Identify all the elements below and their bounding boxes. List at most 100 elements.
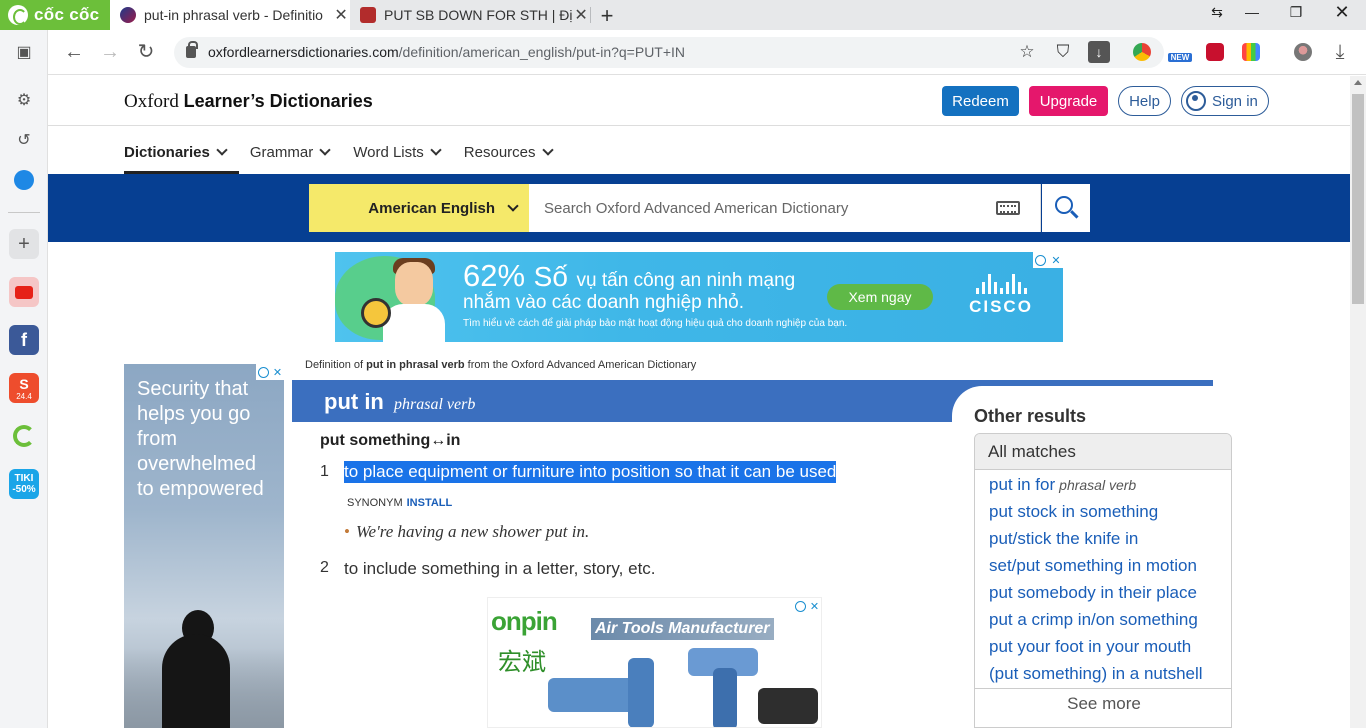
result-link[interactable]: put somebody in their place — [989, 582, 1217, 609]
downloads-icon[interactable]: ⤓ — [1328, 40, 1352, 64]
nav-resources[interactable]: Resources — [464, 142, 554, 162]
sense-number: 2 — [320, 559, 329, 576]
synonym-link[interactable]: INSTALL — [407, 497, 453, 509]
tab-inactive[interactable]: PUT SB DOWN FOR STH | Địn ✕ — [350, 0, 590, 30]
new-badge-icon[interactable]: NEW — [1168, 43, 1192, 62]
cisco-logo: CISCO — [965, 274, 1037, 317]
chevron-down-icon — [541, 144, 554, 156]
chrome-extension-icon[interactable] — [1133, 43, 1151, 61]
main-nav: Dictionaries Grammar Word Lists Resource… — [124, 142, 576, 162]
profile-avatar[interactable] — [1294, 43, 1312, 61]
sense-number: 1 — [320, 463, 329, 480]
url-text[interactable]: oxfordlearnersdictionaries.com/definitio… — [208, 44, 685, 60]
coccoc-logo-icon — [8, 5, 28, 25]
close-window-button[interactable]: ✕ — [1330, 2, 1354, 23]
tiki-icon[interactable]: TIKI -50% — [9, 469, 39, 499]
air-tool-graphic — [758, 688, 818, 724]
header-divider — [48, 125, 1350, 126]
tab-active[interactable]: put-in phrasal verb - Definitio ✕ — [110, 0, 350, 30]
security-ad[interactable]: Security that helps you go from overwhel… — [124, 364, 284, 728]
coccoc-brand-button[interactable]: cốc cốc — [0, 0, 110, 30]
close-tab-icon[interactable]: ✕ — [332, 5, 350, 25]
other-results-panel: All matches put in for phrasal verb put s… — [974, 433, 1232, 728]
messenger-icon[interactable] — [9, 165, 39, 195]
tab-search-icon[interactable]: ⇆ — [1205, 4, 1229, 21]
person-silhouette — [162, 634, 230, 728]
result-link[interactable]: put stock in something — [989, 501, 1217, 528]
address-bar[interactable]: oxfordlearnersdictionaries.com/definitio… — [174, 37, 1164, 68]
page-viewport: Oxford Learner’s Dictionaries Redeem Upg… — [48, 76, 1350, 728]
history-icon[interactable]: ↺ — [9, 125, 39, 155]
nav-word-lists[interactable]: Word Lists — [353, 142, 442, 162]
ad-tagline: Air Tools Manufacturer — [591, 618, 774, 640]
definition-source-note: Definition of put in phrasal verb from t… — [305, 359, 697, 371]
keyboard-icon[interactable] — [996, 201, 1020, 215]
sign-in-button[interactable]: Sign in — [1181, 86, 1269, 116]
panel-icon[interactable]: ▣ — [9, 37, 39, 67]
new-tab-button[interactable]: + — [596, 3, 618, 29]
dictionary-select[interactable]: American English — [309, 184, 529, 232]
coccoc-green-icon[interactable] — [9, 421, 39, 451]
result-link[interactable]: set/put something in motion — [989, 555, 1217, 582]
nav-grammar[interactable]: Grammar — [250, 142, 331, 162]
adchoices-icon[interactable]: ✕ — [256, 364, 284, 380]
youtube-icon[interactable] — [9, 277, 39, 307]
chevron-down-icon — [430, 144, 442, 156]
search-input[interactable] — [529, 184, 969, 232]
back-button[interactable]: ← — [62, 40, 86, 64]
add-icon[interactable]: + — [9, 229, 39, 259]
ad-cta-button[interactable]: Xem ngay — [827, 284, 933, 310]
settings-icon[interactable]: ⚙ — [9, 85, 39, 115]
page-scrollbar[interactable] — [1350, 76, 1366, 728]
onpin-ad[interactable]: onpin 宏斌 Air Tools Manufacturer ✕ — [487, 597, 822, 728]
cisco-ad-banner[interactable]: 62% Số vụ tấn công an ninh mạng nhắm vào… — [335, 252, 1063, 342]
result-link[interactable]: put a crimp in/on something — [989, 609, 1217, 636]
sign-in-label: Sign in — [1212, 92, 1258, 110]
example-sentence: • We're having a new shower put in. — [344, 522, 590, 541]
redeem-button[interactable]: Redeem — [942, 86, 1019, 116]
ad-smallprint: Tìm hiểu về cách để giải pháp bảo mật ho… — [463, 318, 848, 329]
result-link[interactable]: (put something) in a nutshell — [989, 663, 1217, 690]
tab-title: put-in phrasal verb - Definitio — [144, 7, 323, 23]
ad-text: Security that helps you go from overwhel… — [137, 378, 264, 500]
result-link[interactable]: put in for phrasal verb — [989, 474, 1217, 501]
nav-dictionaries[interactable]: Dictionaries — [124, 142, 228, 162]
result-link[interactable]: put/stick the knife in — [989, 528, 1217, 555]
shield-icon[interactable]: ⛉ — [1052, 42, 1074, 62]
facebook-icon[interactable]: f — [9, 325, 39, 355]
reload-button[interactable]: ↻ — [134, 40, 158, 64]
site-logo[interactable]: Oxford Learner’s Dictionaries — [124, 91, 373, 113]
doctor-coat — [383, 304, 445, 342]
shopee-icon[interactable]: S 24.4 — [9, 373, 39, 403]
oxford-favicon-icon — [120, 7, 136, 23]
fingerprint-icon — [361, 298, 391, 328]
color-extension-icon[interactable] — [1242, 43, 1260, 61]
restore-button[interactable]: ❐ — [1284, 4, 1308, 21]
browser-sidebar: ▣ ⚙ ↺ + f S 24.4 TIKI -50% — [0, 30, 48, 728]
close-tab-icon[interactable]: ✕ — [572, 5, 590, 25]
scrollbar-thumb[interactable] — [1352, 94, 1364, 304]
search-button[interactable] — [1042, 184, 1090, 232]
chevron-down-icon — [216, 144, 228, 156]
result-link[interactable]: put your foot in your mouth — [989, 636, 1217, 663]
forward-button[interactable]: → — [98, 40, 122, 64]
see-more-button[interactable]: See more — [975, 688, 1231, 721]
ad-headline: 62% Số vụ tấn công an ninh mạng — [463, 258, 796, 293]
adchoices-icon[interactable]: ✕ — [793, 598, 821, 614]
headword: put in — [324, 389, 384, 414]
sense-definition-selected[interactable]: to place equipment or furniture into pos… — [344, 461, 837, 483]
scroll-up-icon[interactable] — [1354, 80, 1362, 85]
verb-pattern: put something↔in — [320, 432, 461, 449]
cambridge-favicon-icon — [360, 7, 376, 23]
toolbar: ← → ↻ oxfordlearnersdictionaries.com/def… — [48, 30, 1366, 75]
help-button[interactable]: Help — [1118, 86, 1171, 116]
user-icon — [1186, 91, 1206, 111]
bookmark-star-icon[interactable]: ☆ — [1016, 42, 1038, 62]
tab-all-matches[interactable]: All matches — [975, 434, 1231, 470]
download-page-icon[interactable]: ↓ — [1088, 41, 1110, 63]
red-extension-icon[interactable] — [1206, 43, 1224, 61]
minimize-button[interactable]: — — [1240, 4, 1264, 20]
adchoices-icon[interactable]: ✕ — [1033, 252, 1063, 268]
upgrade-button[interactable]: Upgrade — [1029, 86, 1108, 116]
lock-icon[interactable] — [186, 41, 198, 58]
